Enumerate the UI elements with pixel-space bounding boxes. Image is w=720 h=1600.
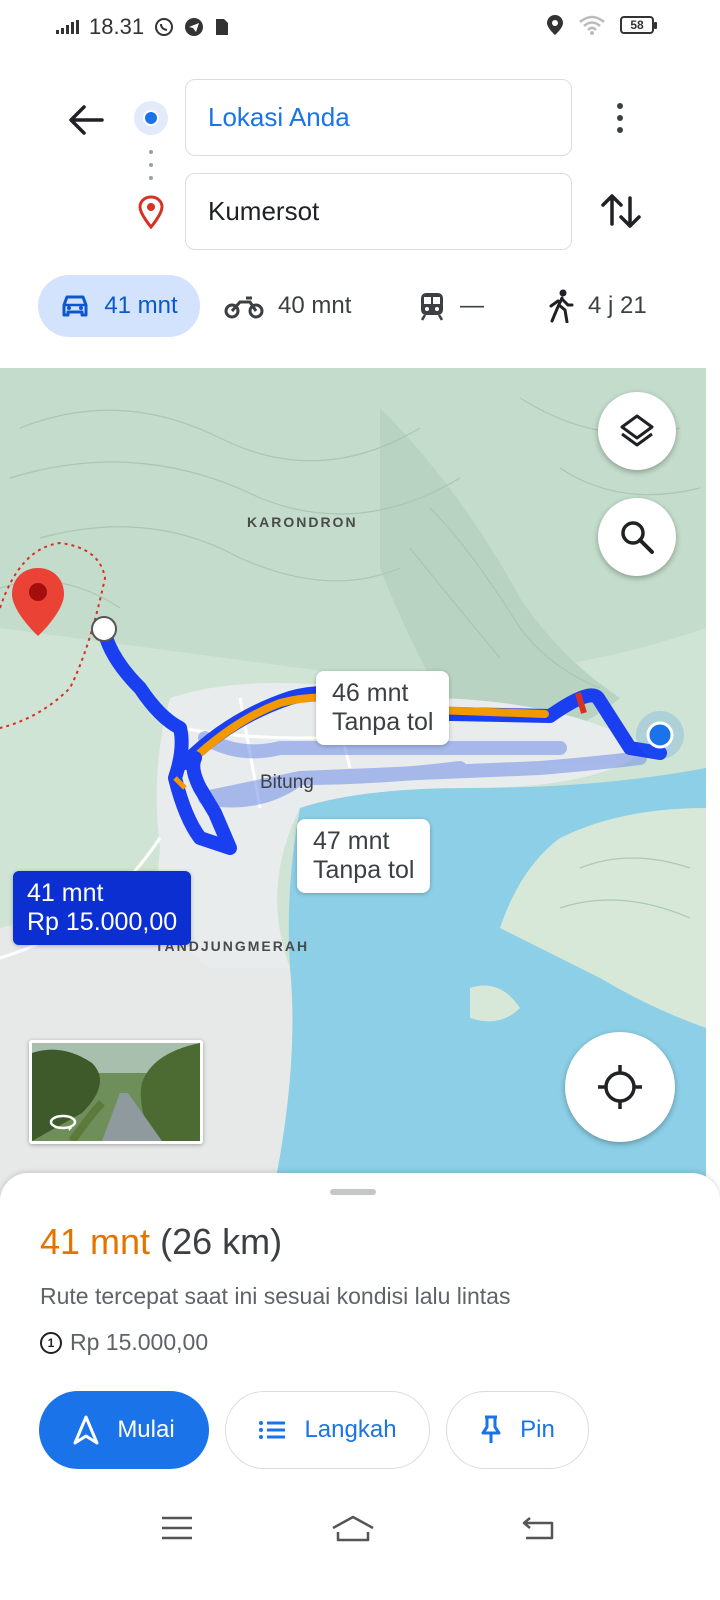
route-bubble-alt-2[interactable]: 47 mnt Tanpa tol	[297, 819, 431, 893]
signal-icon	[56, 20, 79, 34]
mode-transit-tab[interactable]: —	[418, 275, 484, 337]
origin-text: Lokasi Anda	[208, 102, 350, 132]
start-button-label: Mulai	[117, 1416, 175, 1443]
origin-dot-icon	[134, 101, 168, 135]
list-icon	[259, 1421, 286, 1439]
destination-pin-icon	[138, 195, 164, 229]
train-icon	[420, 293, 444, 321]
my-location-icon	[598, 1065, 642, 1109]
steps-button-label: Langkah	[304, 1416, 397, 1443]
street-view-thumbnail[interactable]	[29, 1040, 203, 1144]
toll-icon: 1	[40, 1331, 62, 1354]
map-label-karondron: KARONDRON	[247, 514, 358, 530]
mode-car-label: 41 mnt	[104, 292, 178, 319]
route-summary: 41 mnt (26 km)	[40, 1221, 282, 1263]
route-bubble-note: Tanpa tol	[332, 708, 434, 736]
location-icon	[547, 15, 563, 35]
map-label-bitung: Bitung	[260, 772, 314, 793]
route-bubble-time: 46 mnt	[332, 679, 409, 707]
mode-walk-label: 4 j 21	[588, 292, 647, 319]
toll-amount: Rp 15.000,00	[70, 1329, 209, 1355]
route-bubble-time: 41 mnt	[27, 879, 104, 907]
origin-input[interactable]: Lokasi Anda	[185, 79, 572, 156]
wifi-icon	[579, 15, 605, 35]
walk-icon	[549, 289, 574, 323]
mode-motorcycle-tab[interactable]: 40 mnt	[224, 275, 351, 337]
car-icon	[62, 295, 88, 317]
back-button[interactable]	[62, 96, 110, 144]
my-location-button[interactable]	[565, 1032, 675, 1142]
map-view[interactable]: KARONDRON TANDJUNGMERAH Bitung 46 mnt Ta…	[0, 368, 706, 1208]
swap-icon[interactable]	[598, 188, 644, 234]
sim-icon	[216, 19, 229, 35]
toll-info: 1 Rp 15.000,00	[40, 1329, 208, 1356]
layers-button[interactable]	[598, 392, 676, 470]
layers-icon	[620, 414, 654, 447]
mode-motorcycle-label: 40 mnt	[278, 292, 352, 319]
pin-button-label: Pin	[520, 1416, 555, 1443]
more-options-button[interactable]	[600, 96, 640, 140]
navigation-arrow-icon	[73, 1415, 99, 1445]
battery-icon: 58	[620, 16, 657, 34]
status-time: 18.31	[89, 14, 145, 39]
whatsapp-icon	[155, 18, 174, 36]
steps-button[interactable]: Langkah	[225, 1391, 430, 1469]
telegram-icon	[185, 18, 204, 36]
travel-mode-tabs: 41 mnt 40 mnt — 4 j 21	[0, 275, 720, 337]
search-icon	[621, 521, 654, 554]
route-bubble-alt-1[interactable]: 46 mnt Tanpa tol	[316, 671, 450, 745]
mode-transit-label: —	[460, 292, 484, 319]
pin-icon	[481, 1415, 501, 1443]
menu-icon[interactable]	[160, 1514, 194, 1542]
sheet-drag-handle[interactable]	[330, 1189, 376, 1195]
home-icon[interactable]	[330, 1514, 376, 1544]
route-bubble-selected[interactable]: 41 mnt Rp 15.000,00	[13, 871, 192, 945]
destination-input[interactable]: Kumersot	[185, 173, 572, 250]
search-button[interactable]	[598, 498, 676, 576]
status-bar: 18.31 58	[0, 0, 720, 56]
back-nav-icon[interactable]	[520, 1514, 556, 1542]
pin-button[interactable]: Pin	[446, 1391, 589, 1469]
destination-text: Kumersot	[208, 196, 320, 226]
system-nav-bar	[0, 1500, 720, 1600]
route-distance: (26 km)	[160, 1221, 283, 1262]
motorcycle-icon	[224, 296, 264, 319]
mode-car-tab[interactable]: 41 mnt	[38, 275, 200, 337]
route-duration: 41 mnt	[40, 1221, 151, 1262]
arrow-back-icon	[69, 105, 104, 135]
mode-walk-tab[interactable]: 4 j 21	[548, 275, 647, 337]
route-bubble-price: Rp 15.000,00	[27, 908, 178, 936]
route-description: Rute tercepat saat ini sesuai kondisi la…	[40, 1283, 511, 1309]
route-connector	[149, 150, 153, 180]
route-bubble-time: 47 mnt	[313, 827, 390, 855]
start-navigation-button[interactable]: Mulai	[39, 1391, 209, 1469]
rotate-360-icon	[49, 1114, 77, 1131]
route-bubble-note: Tanpa tol	[313, 856, 415, 884]
